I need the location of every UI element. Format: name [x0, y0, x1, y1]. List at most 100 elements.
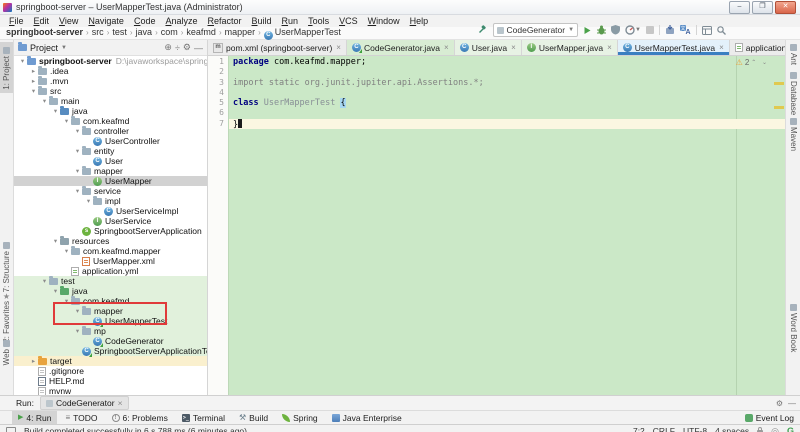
- tree-item-usermapper[interactable]: I UserMapper: [14, 176, 207, 186]
- toolwindow-button-run[interactable]: ▶ 4: Run: [12, 411, 58, 424]
- translate-icon[interactable]: 文A: [680, 25, 691, 35]
- editor[interactable]: 1234567 package com.keafmd.mapper; import…: [208, 56, 785, 395]
- warning-stripe-mark[interactable]: [774, 106, 784, 109]
- menu-item-code[interactable]: Code: [129, 16, 161, 26]
- event-log-button[interactable]: Event Log: [744, 413, 794, 423]
- close-icon[interactable]: ×: [607, 43, 612, 52]
- tree-item-src[interactable]: ▾ src: [14, 85, 207, 96]
- stripe-tab-web[interactable]: Web: [0, 338, 13, 365]
- coverage-icon[interactable]: [611, 25, 621, 35]
- close-icon[interactable]: ×: [719, 43, 724, 52]
- editor-tab-pom-xml--springboot-server-[interactable]: m pom.xml (springboot-server) ×: [208, 40, 347, 55]
- menu-item-tools[interactable]: Tools: [303, 16, 334, 26]
- tree-chevron-icon[interactable]: ▾: [73, 127, 82, 135]
- toolwindow-button-terminal[interactable]: >_ Terminal: [176, 411, 231, 424]
- debug-icon[interactable]: [597, 25, 607, 35]
- stripe-tab-maven[interactable]: Maven: [787, 116, 800, 151]
- tree-item-test[interactable]: ▾ test: [14, 275, 207, 286]
- caret-position[interactable]: 7:2: [633, 426, 645, 432]
- tree-chevron-icon[interactable]: ▾: [29, 87, 38, 95]
- profiler-icon[interactable]: ▼: [625, 25, 641, 35]
- menu-item-build[interactable]: Build: [247, 16, 277, 26]
- close-icon[interactable]: ×: [336, 43, 341, 52]
- tree-chevron-icon[interactable]: ▾: [51, 287, 60, 295]
- tree-chevron-icon[interactable]: ▾: [18, 57, 27, 65]
- breadcrumb-item-java[interactable]: java: [136, 27, 153, 37]
- stripe-tab-structure[interactable]: 7: Structure: [0, 240, 13, 292]
- inspections-status-icon[interactable]: ◎: [771, 426, 779, 432]
- breadcrumb-item-test[interactable]: test: [112, 27, 127, 37]
- tree-chevron-icon[interactable]: ▾: [40, 97, 49, 105]
- tree-chevron-icon[interactable]: ▾: [73, 147, 82, 155]
- close-button[interactable]: ✕: [775, 1, 796, 14]
- breadcrumb-item-src[interactable]: src: [92, 27, 104, 37]
- tree-item-mvnw[interactable]: mvnw: [14, 386, 207, 395]
- tree-item-main[interactable]: ▾ main: [14, 95, 207, 106]
- inspection-widget[interactable]: ⚠ 2 ⌃ ⌄: [736, 58, 769, 67]
- breadcrumb-item-mapper[interactable]: mapper: [225, 27, 256, 37]
- toolwindow-button-spring[interactable]: Spring: [276, 411, 324, 424]
- tree-item-usermapper-xml[interactable]: UserMapper.xml: [14, 256, 207, 266]
- restore-layout-icon[interactable]: [702, 25, 712, 35]
- menu-item-edit[interactable]: Edit: [29, 16, 55, 26]
- tree-chevron-icon[interactable]: ▾: [40, 277, 49, 285]
- breadcrumb-item-com[interactable]: com: [161, 27, 178, 37]
- tree-item-com-keafmd-mapper[interactable]: ▾ com.keafmd.mapper: [14, 245, 207, 256]
- line-ending[interactable]: CRLF: [653, 426, 675, 432]
- tree-item-springbootserverapplicationtests[interactable]: CSpringbootServerApplicationTests: [14, 346, 207, 357]
- menu-item-run[interactable]: Run: [277, 16, 304, 26]
- plugin-g-icon[interactable]: G: [787, 426, 794, 432]
- tree-item-java[interactable]: ▾ java: [14, 285, 207, 296]
- toolwindow-button-problems[interactable]: ! 6: Problems: [106, 411, 174, 424]
- hide-panel-icon[interactable]: —: [788, 399, 796, 408]
- breadcrumb-item-UserMapperTest[interactable]: C UserMapperTest: [263, 27, 341, 40]
- tree-item-impl[interactable]: ▾ impl: [14, 195, 207, 206]
- tree-item-userservice[interactable]: I UserService: [14, 216, 207, 226]
- tree-item--idea[interactable]: ▸ .idea: [14, 65, 207, 76]
- menu-item-file[interactable]: File: [4, 16, 29, 26]
- editor-tab-usermappertest-java[interactable]: C UserMapperTest.java ×: [617, 40, 730, 55]
- menu-item-vcs[interactable]: VCS: [334, 16, 363, 26]
- tree-item-controller[interactable]: ▾ controller: [14, 125, 207, 136]
- locate-file-icon[interactable]: ⊕: [164, 42, 172, 53]
- indent-setting[interactable]: 4 spaces: [715, 426, 749, 432]
- editor-tab-codegenerator-java[interactable]: C CodeGenerator.java ×: [346, 40, 455, 55]
- attach-process-icon[interactable]: [665, 25, 675, 35]
- tree-chevron-icon[interactable]: ▾: [51, 107, 60, 115]
- breadcrumb-item-keafmd[interactable]: keafmd: [186, 27, 216, 37]
- tree-item-mp[interactable]: ▾ mp: [14, 325, 207, 336]
- tree-chevron-icon[interactable]: ▾: [84, 197, 93, 205]
- stripe-tab-project[interactable]: 1: Project: [0, 42, 13, 93]
- tree-chevron-icon[interactable]: ▾: [62, 247, 71, 255]
- tree-chevron-icon[interactable]: ▾: [73, 187, 82, 195]
- tree-chevron-icon[interactable]: ▾: [73, 167, 82, 175]
- tree-chevron-icon[interactable]: ▾: [62, 117, 71, 125]
- tree-item-springboot-server[interactable]: ▾ springboot-server D:\javaworkspace\sprin…: [14, 56, 207, 66]
- stripe-tab-favorites[interactable]: ★ 2: Favorites: [0, 292, 13, 343]
- menu-item-help[interactable]: Help: [405, 16, 434, 26]
- warning-stripe-mark[interactable]: [774, 82, 784, 85]
- code-area[interactable]: package com.keafmd.mapper; import static …: [229, 56, 785, 395]
- tree-item-userserviceimpl[interactable]: C UserServiceImpl: [14, 206, 207, 216]
- close-icon[interactable]: ×: [511, 43, 516, 52]
- tree-item-codegenerator[interactable]: C CodeGenerator: [14, 336, 207, 347]
- search-everywhere-icon[interactable]: [717, 25, 726, 35]
- stripe-tab-wordbook[interactable]: Word Book: [787, 302, 800, 352]
- toolwindow-button-jee[interactable]: Java Enterprise: [326, 411, 408, 424]
- tree-chevron-icon[interactable]: ▸: [29, 67, 38, 75]
- menu-item-view[interactable]: View: [54, 16, 83, 26]
- tree-item-com-keafmd[interactable]: ▾ com.keafmd: [14, 115, 207, 126]
- menu-item-refactor[interactable]: Refactor: [203, 16, 247, 26]
- tree-item-application-yml[interactable]: application.yml: [14, 266, 207, 276]
- menu-item-analyze[interactable]: Analyze: [160, 16, 202, 26]
- tree-chevron-icon[interactable]: ▸: [29, 77, 38, 85]
- file-encoding[interactable]: UTF-8: [683, 426, 707, 432]
- menu-item-navigate[interactable]: Navigate: [83, 16, 129, 26]
- build-hammer-icon[interactable]: [477, 24, 488, 36]
- tree-item-entity[interactable]: ▾ entity: [14, 145, 207, 156]
- tree-item-usercontroller[interactable]: C UserController: [14, 136, 207, 146]
- stripe-tab-ant[interactable]: Ant: [787, 42, 800, 65]
- tree-chevron-icon[interactable]: ▸: [29, 357, 38, 365]
- hide-panel-icon[interactable]: —: [194, 43, 203, 53]
- tree-item--mvn[interactable]: ▸ .mvn: [14, 75, 207, 86]
